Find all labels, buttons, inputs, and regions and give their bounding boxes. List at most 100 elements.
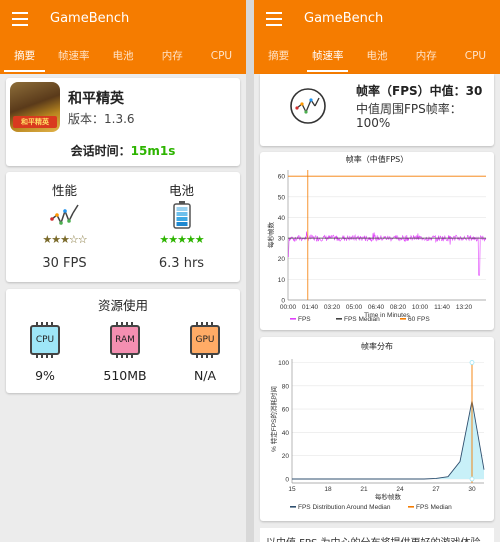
x-tick-label: 27 <box>432 486 440 493</box>
legend-swatch <box>336 318 342 320</box>
resources-card: 资源使用 CPU RAM GPU 9% 510MB N/A <box>6 289 240 393</box>
app-bar: GameBench 摘要 帧速率 电池 内存 CPU <box>0 0 246 74</box>
fps-median-text: 帧率（FPS）中值：30 <box>356 84 483 98</box>
x-tick-label: 13:20 <box>456 304 473 311</box>
distribution-line <box>292 400 485 480</box>
fps-around-value: 100% <box>356 116 391 130</box>
fps-timeline-card: 帧率（中值FPS） 0 10 20 30 40 50 60 00:00 01:40 03:20 05… <box>260 152 494 330</box>
fps-around-label: 中值周围FPS帧率： <box>356 102 462 116</box>
y-tick-label: 30 <box>278 236 286 243</box>
x-tick-label: 15 <box>288 486 296 493</box>
fps-gauge-icon <box>290 88 326 124</box>
gpu-chip-icon: GPU <box>190 322 220 358</box>
distribution-footer-text: 以中值 FPS 为中心的分布将提供更好的游戏体验。 <box>260 528 494 542</box>
battery-icon <box>172 201 191 229</box>
tab-cpu[interactable]: CPU <box>197 44 246 74</box>
x-tick-label: 21 <box>360 486 368 493</box>
legend-swatch <box>290 318 296 320</box>
x-tick-label: 24 <box>396 486 404 493</box>
session-label: 会话时间： <box>70 144 131 158</box>
tab-memory[interactable]: 内存 <box>402 44 451 74</box>
metrics-card: 性能 ★★★☆☆ 30 FPS 电池 ★★★★★ 6.3 hrs <box>6 172 240 282</box>
x-axis-label: 每秒帧数 <box>375 492 402 501</box>
game-card: 和平精英 和平精英 版本：1.3.6 会话时间：15m1s <box>6 78 240 166</box>
tab-bar: 摘要 帧速率 电池 内存 CPU <box>0 44 246 74</box>
tab-battery[interactable]: 电池 <box>352 44 401 74</box>
framerate-screen: GameBench 摘要 帧速率 电池 内存 CPU 帧率（FPS）中值：30 … <box>254 0 500 542</box>
tab-summary[interactable]: 摘要 <box>0 44 49 74</box>
x-tick-label: 30 <box>468 486 476 493</box>
x-tick-label: 18 <box>324 486 332 493</box>
menu-icon[interactable] <box>12 12 28 26</box>
ram-chip-icon: RAM <box>110 322 140 358</box>
fps-distribution-chart: 0 20 40 60 80 100 15 18 21 24 27 30 每秒帧数 % 特定FPS的消耗时间… <box>269 359 485 511</box>
x-tick-label: 03:20 <box>324 304 341 311</box>
performance-stars: ★★★☆☆ <box>42 233 87 246</box>
y-tick-label: 60 <box>282 407 290 414</box>
fps-distribution-card: 帧率分布 0 20 40 60 80 100 15 18 21 24 27 30 每秒帧数% 特定FPS… <box>260 337 494 521</box>
y-tick-label: 40 <box>278 215 286 222</box>
x-tick-label: 08:20 <box>390 304 407 311</box>
legend-swatch <box>400 318 406 320</box>
legend-swatch <box>290 506 296 508</box>
performance-value: 30 FPS <box>42 256 87 271</box>
y-tick-label: 100 <box>278 360 289 367</box>
gpu-value: N/A <box>193 368 217 383</box>
battery-stars: ★★★★★ <box>159 233 204 246</box>
y-tick-label: 0 <box>285 477 289 484</box>
median-top-point <box>469 360 475 365</box>
legend-label: FPS <box>298 316 311 323</box>
tab-memory[interactable]: 内存 <box>148 44 197 74</box>
game-name: 和平精英 <box>68 91 124 107</box>
summary-screen: GameBench 摘要 帧速率 电池 内存 CPU 和平精英 和平精英 版本：… <box>0 0 246 542</box>
app-bar: GameBench 摘要 帧速率 电池 内存 CPU <box>254 0 500 74</box>
y-tick-label: 60 <box>278 174 286 181</box>
tab-framerate[interactable]: 帧速率 <box>49 44 98 74</box>
cpu-chip-icon: CPU <box>30 322 60 358</box>
tab-summary[interactable]: 摘要 <box>254 44 303 74</box>
screen-divider <box>246 0 254 542</box>
legend-label: 60 FPS <box>408 316 430 323</box>
y-axis-label: 每秒帧数 <box>266 222 275 249</box>
x-tick-label: 10:00 <box>412 304 429 311</box>
median-bottom-point <box>469 476 475 482</box>
legend-label: FPS Median <box>344 316 380 323</box>
performance-label: 性能 <box>51 183 77 198</box>
x-tick-label: 01:40 <box>302 304 319 311</box>
battery-value: 6.3 hrs <box>158 256 205 271</box>
battery-label: 电池 <box>168 183 194 198</box>
performance-icon <box>49 204 79 225</box>
tab-framerate[interactable]: 帧速率 <box>303 44 352 74</box>
fps-timeline-chart: 010203040506000:00 01:40 03:20 05:00 06:40 08… <box>266 170 487 323</box>
app-title: GameBench <box>304 11 384 26</box>
y-tick-label: 50 <box>278 194 286 201</box>
resources-title: 资源使用 <box>97 298 148 313</box>
legend-swatch <box>408 506 414 508</box>
y-tick-label: 20 <box>282 453 290 460</box>
legend-label: FPS Median <box>416 504 452 511</box>
y-axis-label: % 特定FPS的消耗时间 <box>269 386 278 452</box>
app-title: GameBench <box>50 11 130 26</box>
y-tick-label: 20 <box>278 256 286 263</box>
tab-battery[interactable]: 电池 <box>98 44 147 74</box>
y-tick-label: 80 <box>282 383 290 390</box>
session-value: 15m1s <box>130 144 176 158</box>
y-tick-label: 40 <box>282 430 290 437</box>
performance-section[interactable]: 性能 ★★★☆☆ 30 FPS <box>6 172 123 271</box>
ram-value: 510MB <box>103 368 147 383</box>
x-tick-label: 05:00 <box>346 304 363 311</box>
tab-cpu[interactable]: CPU <box>451 44 500 74</box>
x-tick-label: 00:00 <box>280 304 297 311</box>
x-tick-label: 06:40 <box>368 304 385 311</box>
y-tick-label: 10 <box>278 277 286 284</box>
x-tick-label: 11:40 <box>434 304 450 311</box>
cpu-value: 9% <box>35 368 55 383</box>
session-time: 会话时间：15m1s <box>6 142 240 159</box>
game-version: 版本：1.3.6 <box>68 112 135 126</box>
fps-summary-card: 帧率（FPS）中值：30 中值周围FPS帧率： 100% <box>260 74 494 146</box>
menu-icon[interactable] <box>266 12 282 26</box>
tab-bar: 摘要 帧速率 电池 内存 CPU <box>254 44 500 74</box>
game-icon: 和平精英 <box>10 82 60 132</box>
battery-section[interactable]: 电池 ★★★★★ 6.3 hrs <box>123 172 240 271</box>
legend-label: FPS Distribution Around Median <box>298 504 391 511</box>
